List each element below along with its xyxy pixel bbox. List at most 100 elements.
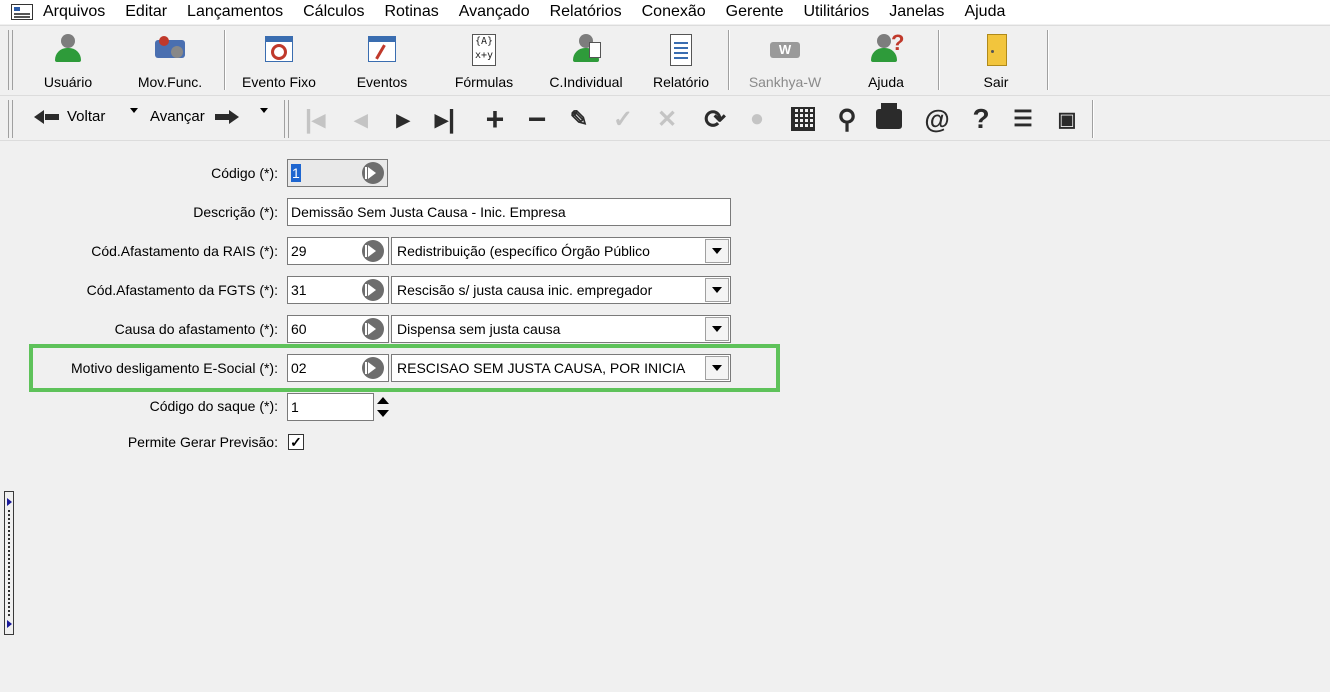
motivo-label: Motivo desligamento E-Social (*): <box>71 360 278 376</box>
sair-button[interactable]: Sair <box>962 30 1030 94</box>
caret-down-icon <box>260 108 268 113</box>
previsao-checkbox[interactable]: ✓ <box>288 434 304 450</box>
codigo-lookup-icon[interactable] <box>362 162 384 184</box>
codigo-label: Código (*): <box>211 165 278 181</box>
spin-up-icon[interactable] <box>377 397 389 404</box>
search-icon[interactable]: ⚲ <box>832 104 862 134</box>
saque-spinner[interactable] <box>374 393 390 421</box>
menu-utilitarios[interactable]: Utilitários <box>793 0 879 24</box>
fgts-dropdown-icon[interactable] <box>705 278 729 302</box>
relatorio-button[interactable]: Relatório <box>644 30 718 94</box>
print-icon[interactable] <box>874 103 904 134</box>
toolbar-grip[interactable] <box>8 30 13 90</box>
user-card-icon <box>569 32 603 68</box>
navigation-toolbar: Voltar Avançar |◂ ◂ ▸ ▸| + − ✎ ✓ ✕ ⟳ ● ⚲… <box>0 95 1330 141</box>
sankhya-button: W Sankhya-W <box>738 30 832 94</box>
transfer-user-icon <box>153 32 187 68</box>
main-toolbar: Usuário Mov.Func. Evento Fixo Eventos {A… <box>0 25 1330 94</box>
voltar-button[interactable]: Voltar <box>34 108 105 125</box>
edit-icon[interactable]: ✎ <box>564 104 594 134</box>
saque-label: Código do saque (*): <box>149 398 278 414</box>
calendar-icon <box>365 32 399 68</box>
expand-arrow-icon <box>7 620 12 628</box>
menu-editar[interactable]: Editar <box>115 0 177 24</box>
toolbar-grip[interactable] <box>284 100 289 138</box>
descricao-label: Descrição (*): <box>193 204 278 220</box>
export-excel-icon[interactable]: ▣ <box>1052 104 1082 134</box>
refresh-icon[interactable]: ⟳ <box>700 104 730 134</box>
causa-lookup-icon[interactable] <box>362 318 384 340</box>
confirm-icon: ✓ <box>612 105 634 133</box>
formulas-button[interactable]: {A} x+y Fórmulas <box>444 30 524 94</box>
movfunc-button[interactable]: Mov.Func. <box>128 30 212 94</box>
menu-janelas[interactable]: Janelas <box>879 0 954 24</box>
voltar-dropdown[interactable] <box>130 108 138 113</box>
caret-down-icon <box>130 108 138 113</box>
usuario-button[interactable]: Usuário <box>34 30 102 94</box>
menu-gerente[interactable]: Gerente <box>716 0 794 24</box>
rais-lookup-icon[interactable] <box>362 240 384 262</box>
cindividual-button[interactable]: C.Individual <box>540 30 632 94</box>
add-icon[interactable]: + <box>480 101 510 137</box>
previous-record-icon: ◂ <box>354 103 368 134</box>
disabled-circle-icon: ● <box>749 105 765 132</box>
ajuda-button[interactable]: ? Ajuda <box>856 30 916 94</box>
rais-label: Cód.Afastamento da RAIS (*): <box>91 243 278 259</box>
toolbar-separator <box>224 30 226 90</box>
expand-arrow-icon <box>7 498 12 506</box>
exit-door-icon <box>979 32 1013 68</box>
previsao-label: Permite Gerar Previsão: <box>127 434 278 450</box>
help-user-icon: ? <box>869 30 904 68</box>
filter-search-icon[interactable]: ☰ <box>1008 104 1038 134</box>
grid-view-icon[interactable] <box>788 104 818 134</box>
menu-calculos[interactable]: Cálculos <box>293 0 374 24</box>
next-record-icon[interactable]: ▸ <box>388 104 418 134</box>
formula-icon: {A} x+y <box>467 32 501 68</box>
descricao-input[interactable]: Demissão Sem Justa Causa - Inic. Empresa <box>287 198 731 226</box>
menu-ajuda[interactable]: Ajuda <box>954 0 1015 24</box>
last-record-icon[interactable]: ▸| <box>430 104 460 134</box>
delete-icon[interactable]: − <box>522 101 552 137</box>
fgts-lookup-icon[interactable] <box>362 279 384 301</box>
motivo-lookup-icon[interactable] <box>362 357 384 379</box>
spin-down-icon[interactable] <box>377 410 389 417</box>
toolbar-separator <box>1092 100 1094 138</box>
arrow-right-icon <box>228 109 239 124</box>
causa-select[interactable]: Dispensa sem justa causa <box>391 315 731 343</box>
app-icon[interactable] <box>11 4 33 20</box>
menu-avancado[interactable]: Avançado <box>449 0 540 24</box>
motivo-select[interactable]: RESCISAO SEM JUSTA CAUSA, POR INICIA <box>391 354 731 382</box>
menu-arquivos[interactable]: Arquivos <box>43 0 115 24</box>
menu-bar: Arquivos Editar Lançamentos Cálculos Rot… <box>0 0 1330 24</box>
fgts-select[interactable]: Rescisão s/ justa causa inic. empregador <box>391 276 731 304</box>
causa-label: Causa do afastamento (*): <box>114 321 278 337</box>
evento-fixo-button[interactable]: Evento Fixo <box>233 30 325 94</box>
arrow-left-icon <box>34 109 44 124</box>
toolbar-grip[interactable] <box>8 100 13 138</box>
causa-dropdown-icon[interactable] <box>705 317 729 341</box>
menu-rotinas[interactable]: Rotinas <box>374 0 448 24</box>
saque-input[interactable]: 1 <box>287 393 374 421</box>
side-panel-toggle[interactable] <box>4 491 14 635</box>
menu-relatorios[interactable]: Relatórios <box>540 0 632 24</box>
help-icon[interactable]: ? <box>966 103 996 134</box>
users-icon <box>51 32 85 68</box>
menu-conexao[interactable]: Conexão <box>632 0 716 24</box>
first-record-icon: |◂ <box>304 103 326 134</box>
avancar-dropdown[interactable] <box>260 108 268 113</box>
menu-lancamentos[interactable]: Lançamentos <box>177 0 293 24</box>
avancar-button[interactable]: Avançar <box>150 108 239 125</box>
cancel-icon: ✕ <box>656 105 678 133</box>
sankhya-logo-icon: W <box>768 32 802 68</box>
email-icon[interactable]: @ <box>922 104 952 134</box>
report-icon <box>664 32 698 68</box>
rais-select[interactable]: Redistribuição (específico Órgão Público <box>391 237 731 265</box>
rais-dropdown-icon[interactable] <box>705 239 729 263</box>
toolbar-separator <box>1047 30 1049 90</box>
fgts-label: Cód.Afastamento da FGTS (*): <box>86 282 278 298</box>
toolbar-separator <box>938 30 940 90</box>
motivo-dropdown-icon[interactable] <box>705 356 729 380</box>
eventos-button[interactable]: Eventos <box>344 30 420 94</box>
toolbar-separator <box>728 30 730 90</box>
calendar-target-icon <box>262 32 296 68</box>
